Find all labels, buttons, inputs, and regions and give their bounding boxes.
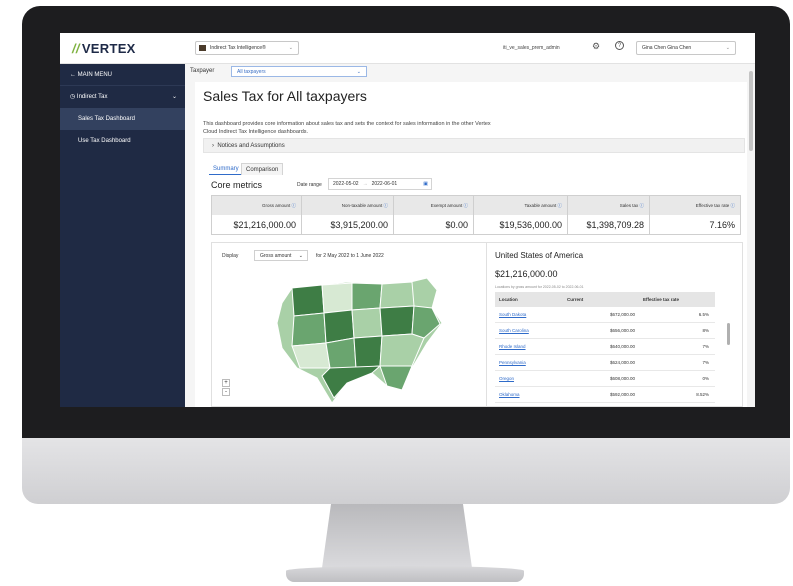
- table-row: Pennsylvania $624,000.00 7%: [495, 355, 715, 371]
- gear-icon[interactable]: ⚙: [592, 41, 600, 52]
- table-row: Oklahoma $592,000.00 8.52%: [495, 387, 715, 403]
- notices-accordion[interactable]: › Notices and Assumptions: [203, 138, 745, 153]
- sidebar-item-sales-tax-dashboard[interactable]: Sales Tax Dashboard: [60, 108, 185, 130]
- core-metrics-table: Gross amount ⓘ $21,216,000.00 Non-taxabl…: [211, 195, 741, 235]
- location-detail-panel: United States of America $21,216,000.00 …: [487, 242, 743, 407]
- display-label: Display: [222, 253, 239, 259]
- page-description: This dashboard provides core information…: [203, 121, 491, 135]
- country-total: $21,216,000.00: [495, 269, 558, 279]
- chevron-down-icon: ⌄: [171, 94, 177, 100]
- page-title: Sales Tax for All taxpayers: [203, 88, 367, 104]
- app-selector[interactable]: Indirect Tax Intelligence® ⌄: [195, 41, 299, 55]
- country-title: United States of America: [495, 251, 584, 260]
- sidebar-item-use-tax-dashboard[interactable]: Use Tax Dashboard: [60, 130, 185, 152]
- info-icon[interactable]: ⓘ: [292, 203, 297, 208]
- table-row: South Dakota $672,000.00 6.5%: [495, 307, 715, 323]
- chevron-down-icon: ⌄: [298, 253, 303, 259]
- info-icon[interactable]: ⓘ: [464, 203, 469, 208]
- main-content: Taxpayer All taxpayers ⌄ Sales Tax for A…: [185, 64, 755, 407]
- taxpayer-select[interactable]: All taxpayers ⌄: [231, 66, 367, 77]
- us-choropleth-map[interactable]: [252, 268, 462, 407]
- info-icon[interactable]: ⓘ: [731, 203, 736, 208]
- date-range-picker[interactable]: 2022-05-02 → 2022-06-01 ▣: [328, 178, 432, 190]
- tab-comparison[interactable]: Comparison: [241, 163, 284, 175]
- username-label: iti_ve_sales_prem_admin: [503, 45, 560, 51]
- table-row: South Carolina $656,000.00 8%: [495, 323, 715, 339]
- info-icon[interactable]: ⓘ: [640, 203, 645, 208]
- table-header: Location Current Effective tax rate: [495, 292, 715, 307]
- monitor-chin: [22, 438, 790, 504]
- core-metrics-title: Core metrics: [211, 180, 263, 190]
- page-scrollbar[interactable]: [749, 71, 753, 151]
- location-link[interactable]: Rhode Island: [499, 339, 526, 355]
- metric-exempt-amount: Exempt amount ⓘ $0.00: [394, 196, 474, 234]
- location-link[interactable]: South Dakota: [499, 307, 526, 323]
- tab-summary[interactable]: Summary: [209, 163, 243, 175]
- chevron-down-icon: ⌄: [356, 69, 361, 75]
- sidebar: ← MAIN MENU ◷ Indirect Tax ⌄ Sales Tax Da…: [60, 64, 185, 407]
- calendar-icon[interactable]: ▣: [423, 179, 428, 190]
- column-current[interactable]: Current: [567, 292, 583, 307]
- info-icon[interactable]: ⓘ: [558, 203, 563, 208]
- chevron-down-icon: ⌄: [288, 45, 293, 51]
- display-select[interactable]: Gross amount ⌄: [254, 250, 308, 261]
- table-scrollbar[interactable]: [727, 323, 730, 345]
- chevron-down-icon: ⌄: [725, 45, 730, 51]
- table-row: Oregon $608,000.00 0%: [495, 371, 715, 387]
- info-icon[interactable]: ⓘ: [384, 203, 389, 208]
- sidebar-section-indirect-tax[interactable]: ◷ Indirect Tax ⌄: [60, 86, 185, 108]
- location-link[interactable]: Oklahoma: [499, 387, 520, 403]
- app-icon: [199, 45, 206, 51]
- dashboard-card: Sales Tax for All taxpayers This dashboa…: [195, 82, 747, 407]
- screen: //VERTEX Indirect Tax Intelligence® ⌄ it…: [60, 33, 755, 407]
- metric-non-taxable-amount: Non-taxable amount ⓘ $3,915,200.00: [302, 196, 394, 234]
- zoom-in-button[interactable]: +: [222, 379, 230, 387]
- zoom-out-button[interactable]: -: [222, 388, 230, 396]
- location-link[interactable]: Oregon: [499, 371, 514, 387]
- user-selector[interactable]: Gina Chen Gina Chen ⌄: [636, 41, 736, 55]
- main-menu-button[interactable]: ← MAIN MENU: [60, 64, 185, 86]
- map-panel: Display Gross amount ⌄ for 2 May 2022 to …: [211, 242, 487, 407]
- metric-taxable-amount: Taxable amount ⓘ $19,536,000.00: [474, 196, 568, 234]
- location-link[interactable]: South Carolina: [499, 323, 529, 339]
- period-text: for 2 May 2022 to 1 June 2022: [316, 253, 384, 259]
- vertex-logo[interactable]: //VERTEX: [72, 41, 136, 56]
- column-location[interactable]: Location: [499, 292, 518, 307]
- metric-effective-tax-rate: Effective tax rate ⓘ 7.16%: [650, 196, 740, 234]
- monitor-stand-base: [286, 566, 524, 582]
- metric-gross-amount: Gross amount ⓘ $21,216,000.00: [212, 196, 302, 234]
- table-row: Rhode Island $640,000.00 7%: [495, 339, 715, 355]
- metric-sales-tax: Sales tax ⓘ $1,398,709.28: [568, 196, 650, 234]
- top-bar: //VERTEX Indirect Tax Intelligence® ⌄ it…: [60, 33, 755, 64]
- location-link[interactable]: Pennsylvania: [499, 355, 526, 371]
- table-subtitle: Locations by gross amount for 2022-05-02…: [495, 285, 584, 289]
- taxpayer-label: Taxpayer: [190, 68, 215, 74]
- help-icon[interactable]: ?: [615, 41, 624, 50]
- monitor-stand: [322, 504, 472, 568]
- date-range-label: Date range: [297, 182, 322, 188]
- column-effective-tax-rate[interactable]: Effective tax rate: [643, 292, 679, 307]
